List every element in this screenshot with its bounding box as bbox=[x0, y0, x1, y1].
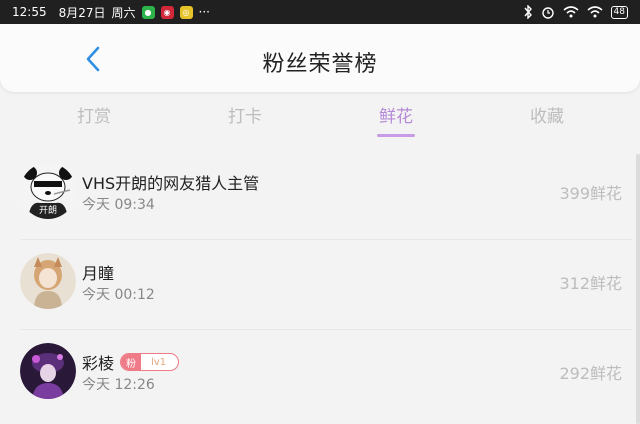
timestamp: 今天 00:12 bbox=[82, 287, 155, 303]
avatar-caption: 开朗 bbox=[39, 204, 57, 216]
battery-icon: 48 bbox=[610, 5, 628, 19]
avatar[interactable] bbox=[20, 343, 76, 399]
status-date: 8月27日 bbox=[58, 5, 106, 20]
user-name: 月瞳 bbox=[82, 264, 115, 283]
avatar[interactable]: 开朗 bbox=[20, 163, 76, 219]
fan-level-badge: 粉 lv1 bbox=[120, 353, 180, 371]
app-notification-icon: ◎ bbox=[179, 5, 193, 19]
active-tab-indicator bbox=[377, 134, 415, 137]
fan-ranking-list: 开朗 VHS开朗的网友猎人主管 今天 09:34 399鲜花 月瞳 今天 00:… bbox=[0, 150, 632, 420]
status-weekday: 周六 bbox=[111, 5, 136, 20]
tab-flowers[interactable]: 鲜花 bbox=[356, 102, 436, 127]
fan-level-label: lv1 bbox=[151, 356, 167, 368]
user-name: 彩棱 bbox=[82, 354, 115, 373]
status-time: 12:55 bbox=[12, 5, 47, 19]
tab-favorites[interactable]: 收藏 bbox=[507, 102, 587, 127]
wifi-icon bbox=[563, 6, 579, 18]
list-item[interactable]: 开朗 VHS开朗的网友猎人主管 今天 09:34 399鲜花 bbox=[20, 150, 632, 240]
avatar[interactable] bbox=[20, 253, 76, 309]
flower-count: 312鲜花 bbox=[559, 274, 622, 293]
scrollbar[interactable] bbox=[636, 154, 640, 424]
list-item[interactable]: 彩棱 粉 lv1 今天 12:26 292鲜花 bbox=[20, 330, 632, 420]
weibo-icon: ◉ bbox=[160, 5, 174, 19]
flower-count: 399鲜花 bbox=[559, 184, 622, 203]
page-title: 粉丝荣誉榜 bbox=[262, 52, 378, 77]
alarm-icon bbox=[541, 7, 554, 19]
tab-checkin[interactable]: 打卡 bbox=[205, 102, 285, 127]
fan-badge-label: 粉 bbox=[121, 354, 142, 370]
wifi-secondary-icon bbox=[587, 6, 603, 18]
tab-bar: 打赏 打卡 鲜花 收藏 bbox=[0, 92, 640, 142]
wechat-icon: ● bbox=[141, 5, 155, 19]
tab-reward[interactable]: 打赏 bbox=[54, 102, 134, 127]
timestamp: 今天 12:26 bbox=[82, 377, 155, 393]
header-bar: 粉丝荣誉榜 bbox=[0, 24, 640, 92]
list-item[interactable]: 月瞳 今天 00:12 312鲜花 bbox=[20, 240, 632, 330]
dark-anime-avatar-image bbox=[20, 343, 76, 399]
user-name: VHS开朗的网友猎人主管 bbox=[82, 174, 260, 193]
more-notifications-icon: ··· bbox=[198, 5, 210, 19]
anime-girl-avatar-image bbox=[20, 253, 76, 309]
status-bar: 12:55 8月27日 周六 ● ◉ ◎ ··· 48 bbox=[0, 0, 640, 24]
bluetooth-icon bbox=[524, 5, 532, 19]
flower-count: 292鲜花 bbox=[559, 364, 622, 383]
timestamp: 今天 09:34 bbox=[82, 197, 155, 213]
panda-meme-avatar-image: 开朗 bbox=[20, 163, 76, 219]
